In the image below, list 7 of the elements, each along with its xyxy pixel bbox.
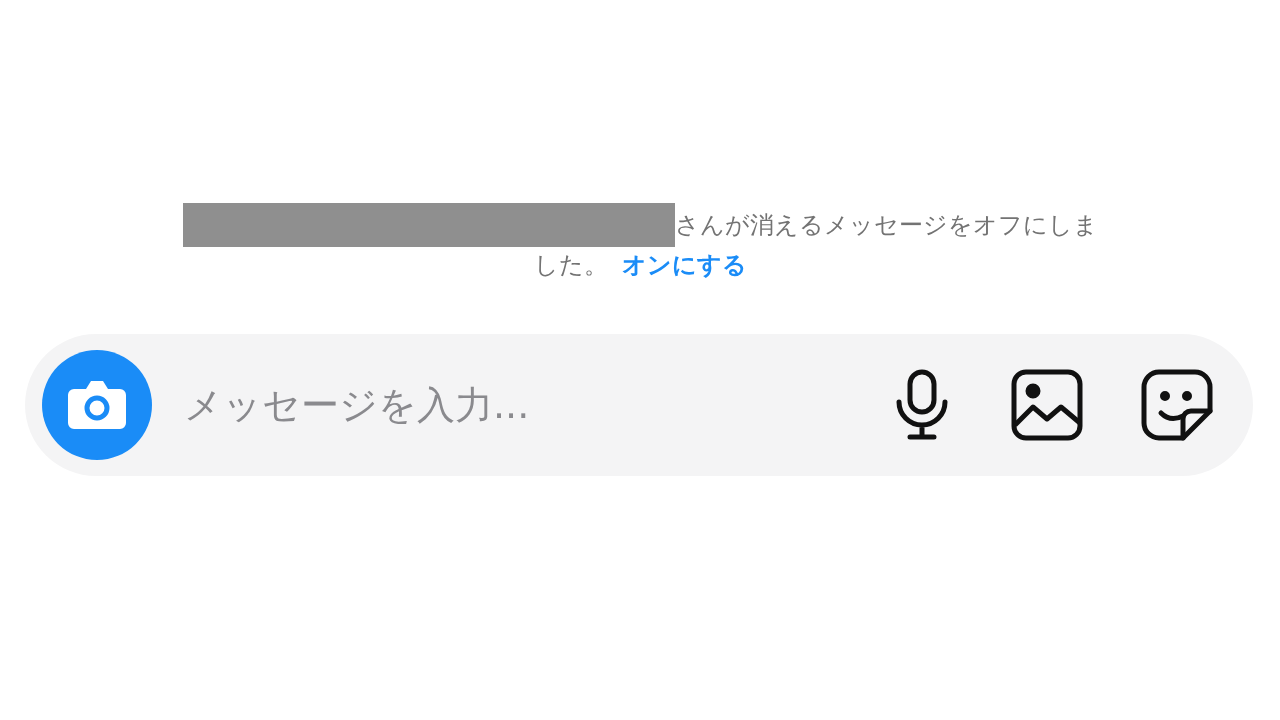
message-input[interactable]: メッセージを入力... xyxy=(182,382,833,428)
camera-icon xyxy=(66,379,128,431)
sticker-icon[interactable] xyxy=(1141,369,1213,441)
notice-text: した。 xyxy=(533,250,608,281)
turn-on-link[interactable]: オンにする xyxy=(621,247,747,284)
image-icon[interactable] xyxy=(1011,369,1083,441)
notice-text: さんが消えるメッセージをオフにしま xyxy=(674,209,1098,241)
